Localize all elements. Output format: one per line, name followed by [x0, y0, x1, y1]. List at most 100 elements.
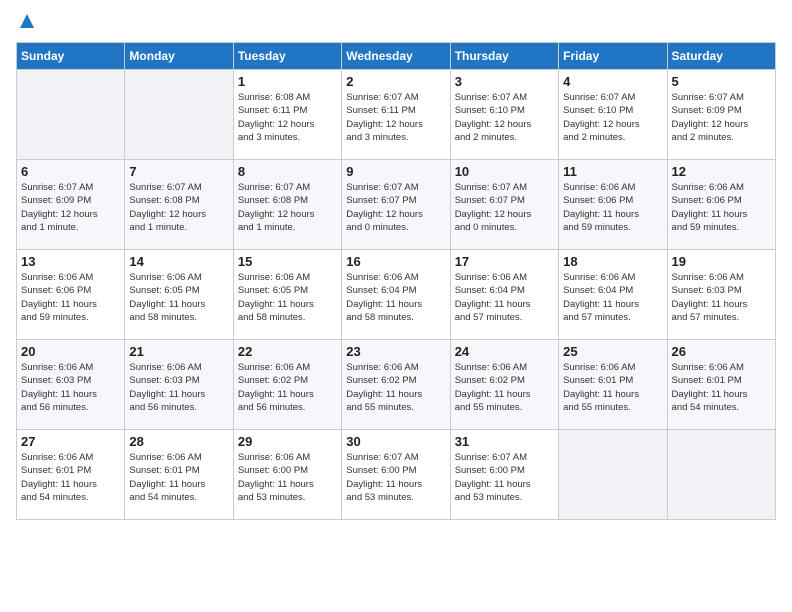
- day-info: Sunrise: 6:06 AM Sunset: 6:02 PM Dayligh…: [346, 361, 445, 414]
- calendar-cell: 1 Sunrise: 6:08 AM Sunset: 6:11 PM Daylig…: [233, 70, 341, 160]
- day-info: Sunrise: 6:06 AM Sunset: 6:06 PM Dayligh…: [21, 271, 120, 324]
- calendar-cell: 16 Sunrise: 6:06 AM Sunset: 6:04 PM Dayli…: [342, 250, 450, 340]
- day-info: Sunrise: 6:06 AM Sunset: 6:01 PM Dayligh…: [672, 361, 771, 414]
- calendar-cell: 28 Sunrise: 6:06 AM Sunset: 6:01 PM Dayli…: [125, 430, 233, 520]
- calendar-cell: 2 Sunrise: 6:07 AM Sunset: 6:11 PM Daylig…: [342, 70, 450, 160]
- calendar-cell: [17, 70, 125, 160]
- calendar-cell: 25Sunrise: 6:06 AM Sunset: 6:01 PM Dayli…: [559, 340, 667, 430]
- day-header: Thursday: [450, 43, 558, 70]
- day-number: 7: [129, 164, 228, 179]
- calendar-cell: 31 Sunrise: 6:07 AM Sunset: 6:00 PM Dayli…: [450, 430, 558, 520]
- calendar-cell: 19 Sunrise: 6:06 AM Sunset: 6:03 PM Dayli…: [667, 250, 775, 340]
- calendar-cell: [125, 70, 233, 160]
- calendar-week-row: 6 Sunrise: 6:07 AM Sunset: 6:09 PM Daylig…: [17, 160, 776, 250]
- day-info: Sunrise: 6:06 AM Sunset: 6:04 PM Dayligh…: [346, 271, 445, 324]
- day-info: Sunrise: 6:07 AM Sunset: 6:08 PM Dayligh…: [238, 181, 337, 234]
- calendar-cell: 20Sunrise: 6:06 AM Sunset: 6:03 PM Dayli…: [17, 340, 125, 430]
- day-number: 13: [21, 254, 120, 269]
- day-info: Sunrise: 6:06 AM Sunset: 6:03 PM Dayligh…: [672, 271, 771, 324]
- calendar-cell: 17Sunrise: 6:06 AM Sunset: 6:04 PM Dayli…: [450, 250, 558, 340]
- day-number: 17: [455, 254, 554, 269]
- calendar-table: SundayMondayTuesdayWednesdayThursdayFrid…: [16, 42, 776, 520]
- day-info: Sunrise: 6:06 AM Sunset: 6:05 PM Dayligh…: [129, 271, 228, 324]
- day-info: Sunrise: 6:06 AM Sunset: 6:03 PM Dayligh…: [129, 361, 228, 414]
- day-number: 29: [238, 434, 337, 449]
- day-number: 10: [455, 164, 554, 179]
- calendar-cell: 15 Sunrise: 6:06 AM Sunset: 6:05 PM Dayli…: [233, 250, 341, 340]
- day-info: Sunrise: 6:06 AM Sunset: 6:04 PM Dayligh…: [563, 271, 662, 324]
- calendar-cell: 21Sunrise: 6:06 AM Sunset: 6:03 PM Dayli…: [125, 340, 233, 430]
- day-number: 19: [672, 254, 771, 269]
- day-number: 5: [672, 74, 771, 89]
- calendar-header-row: SundayMondayTuesdayWednesdayThursdayFrid…: [17, 43, 776, 70]
- logo: [16, 16, 36, 30]
- day-info: Sunrise: 6:07 AM Sunset: 6:07 PM Dayligh…: [455, 181, 554, 234]
- calendar-cell: [559, 430, 667, 520]
- day-header: Friday: [559, 43, 667, 70]
- day-info: Sunrise: 6:07 AM Sunset: 6:09 PM Dayligh…: [672, 91, 771, 144]
- calendar-cell: 29 Sunrise: 6:06 AM Sunset: 6:00 PM Dayli…: [233, 430, 341, 520]
- day-number: 15: [238, 254, 337, 269]
- day-number: 24: [455, 344, 554, 359]
- day-info: Sunrise: 6:07 AM Sunset: 6:00 PM Dayligh…: [346, 451, 445, 504]
- calendar-cell: 5 Sunrise: 6:07 AM Sunset: 6:09 PM Daylig…: [667, 70, 775, 160]
- day-number: 8: [238, 164, 337, 179]
- day-number: 23: [346, 344, 445, 359]
- day-number: 16: [346, 254, 445, 269]
- day-info: Sunrise: 6:07 AM Sunset: 6:10 PM Dayligh…: [455, 91, 554, 144]
- day-info: Sunrise: 6:06 AM Sunset: 6:06 PM Dayligh…: [672, 181, 771, 234]
- day-info: Sunrise: 6:07 AM Sunset: 6:11 PM Dayligh…: [346, 91, 445, 144]
- calendar-cell: 10 Sunrise: 6:07 AM Sunset: 6:07 PM Dayli…: [450, 160, 558, 250]
- day-number: 4: [563, 74, 662, 89]
- day-number: 31: [455, 434, 554, 449]
- calendar-cell: 4Sunrise: 6:07 AM Sunset: 6:10 PM Daylig…: [559, 70, 667, 160]
- day-number: 14: [129, 254, 228, 269]
- page-header: [16, 16, 776, 30]
- day-number: 18: [563, 254, 662, 269]
- day-info: Sunrise: 6:08 AM Sunset: 6:11 PM Dayligh…: [238, 91, 337, 144]
- calendar-week-row: 20 Sunrise: 6:06 AM Sunset: 6:03 PM Dayli…: [17, 340, 776, 430]
- calendar-cell: 24Sunrise: 6:06 AM Sunset: 6:02 PM Dayli…: [450, 340, 558, 430]
- day-header: Monday: [125, 43, 233, 70]
- day-info: Sunrise: 6:06 AM Sunset: 6:01 PM Dayligh…: [129, 451, 228, 504]
- day-info: Sunrise: 6:07 AM Sunset: 6:09 PM Dayligh…: [21, 181, 120, 234]
- calendar-cell: 30 Sunrise: 6:07 AM Sunset: 6:00 PM Dayli…: [342, 430, 450, 520]
- logo-icon: [18, 12, 36, 30]
- day-number: 28: [129, 434, 228, 449]
- calendar-cell: 11 Sunrise: 6:06 AM Sunset: 6:06 PM Dayli…: [559, 160, 667, 250]
- calendar-cell: 9Sunrise: 6:07 AM Sunset: 6:07 PM Daylig…: [342, 160, 450, 250]
- calendar-cell: 18 Sunrise: 6:06 AM Sunset: 6:04 PM Dayli…: [559, 250, 667, 340]
- day-number: 25: [563, 344, 662, 359]
- day-info: Sunrise: 6:06 AM Sunset: 6:01 PM Dayligh…: [21, 451, 120, 504]
- day-number: 6: [21, 164, 120, 179]
- day-number: 20: [21, 344, 120, 359]
- calendar-cell: 7 Sunrise: 6:07 AM Sunset: 6:08 PM Daylig…: [125, 160, 233, 250]
- day-number: 12: [672, 164, 771, 179]
- calendar-cell: 12 Sunrise: 6:06 AM Sunset: 6:06 PM Dayli…: [667, 160, 775, 250]
- calendar-cell: 22 Sunrise: 6:06 AM Sunset: 6:02 PM Dayli…: [233, 340, 341, 430]
- calendar-cell: 14 Sunrise: 6:06 AM Sunset: 6:05 PM Dayli…: [125, 250, 233, 340]
- calendar-cell: [667, 430, 775, 520]
- day-number: 9: [346, 164, 445, 179]
- day-number: 1: [238, 74, 337, 89]
- day-header: Tuesday: [233, 43, 341, 70]
- day-number: 30: [346, 434, 445, 449]
- day-number: 2: [346, 74, 445, 89]
- day-info: Sunrise: 6:06 AM Sunset: 6:05 PM Dayligh…: [238, 271, 337, 324]
- day-header: Sunday: [17, 43, 125, 70]
- calendar-cell: 23 Sunrise: 6:06 AM Sunset: 6:02 PM Dayli…: [342, 340, 450, 430]
- day-info: Sunrise: 6:06 AM Sunset: 6:00 PM Dayligh…: [238, 451, 337, 504]
- day-info: Sunrise: 6:07 AM Sunset: 6:08 PM Dayligh…: [129, 181, 228, 234]
- day-info: Sunrise: 6:07 AM Sunset: 6:00 PM Dayligh…: [455, 451, 554, 504]
- day-number: 11: [563, 164, 662, 179]
- calendar-cell: 8 Sunrise: 6:07 AM Sunset: 6:08 PM Daylig…: [233, 160, 341, 250]
- day-info: Sunrise: 6:06 AM Sunset: 6:02 PM Dayligh…: [238, 361, 337, 414]
- day-number: 26: [672, 344, 771, 359]
- calendar-week-row: 13 Sunrise: 6:06 AM Sunset: 6:06 PM Dayli…: [17, 250, 776, 340]
- day-header: Wednesday: [342, 43, 450, 70]
- day-number: 27: [21, 434, 120, 449]
- day-number: 22: [238, 344, 337, 359]
- day-number: 3: [455, 74, 554, 89]
- calendar-cell: 6 Sunrise: 6:07 AM Sunset: 6:09 PM Daylig…: [17, 160, 125, 250]
- day-info: Sunrise: 6:06 AM Sunset: 6:06 PM Dayligh…: [563, 181, 662, 234]
